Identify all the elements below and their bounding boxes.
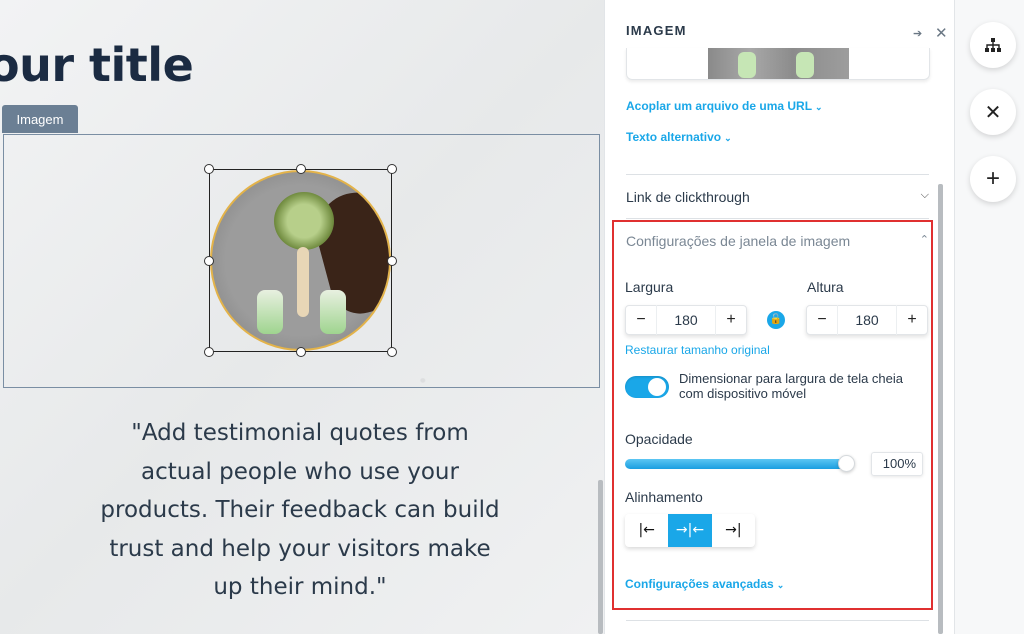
canvas-scrollbar[interactable]	[598, 480, 603, 634]
align-center-button[interactable]: →|←	[668, 514, 712, 547]
panel-scrollbar[interactable]	[938, 184, 943, 634]
divider	[626, 174, 929, 175]
add-button[interactable]: +	[970, 156, 1016, 202]
align-right-button[interactable]: →|	[712, 514, 755, 547]
mobile-fullwidth-label: Dimensionar para largura de tela cheia c…	[679, 371, 904, 401]
divider	[626, 218, 929, 219]
width-input[interactable]: 180	[656, 305, 716, 335]
clickthrough-label: Link de clickthrough	[626, 189, 750, 205]
resize-handle-right[interactable]	[387, 256, 397, 266]
sitemap-button[interactable]	[970, 22, 1016, 68]
height-input[interactable]: 180	[837, 305, 897, 335]
height-increment-button[interactable]: +	[897, 311, 927, 329]
image-selection-box	[209, 169, 392, 352]
divider	[626, 620, 929, 621]
width-decrement-button[interactable]: −	[626, 311, 656, 329]
resize-handle-bottom-left[interactable]	[204, 347, 214, 357]
image-thumbnail-card[interactable]	[626, 48, 930, 80]
opacity-input[interactable]: 100%	[871, 452, 923, 476]
width-stepper[interactable]: − 180 +	[625, 305, 747, 335]
alignment-label: Alinhamento	[625, 489, 703, 505]
resize-handle-left[interactable]	[204, 256, 214, 266]
resize-handle-top-right[interactable]	[387, 164, 397, 174]
close-icon: ✕	[984, 101, 1002, 124]
alt-text-label: Texto alternativo	[626, 130, 722, 144]
right-toolbar: ✕ +	[954, 0, 1024, 634]
height-stepper[interactable]: − 180 +	[806, 305, 928, 335]
page-title[interactable]: our title	[0, 38, 194, 92]
add-icon: +	[985, 165, 1000, 192]
align-left-button[interactable]: |←	[625, 514, 668, 547]
toggle-knob	[648, 378, 666, 396]
resize-handle-bottom[interactable]	[296, 347, 306, 357]
resize-handle-top-left[interactable]	[204, 164, 214, 174]
opacity-slider[interactable]	[625, 459, 847, 469]
height-decrement-button[interactable]: −	[807, 311, 837, 329]
opacity-label: Opacidade	[625, 431, 693, 447]
sitemap-icon	[985, 38, 1001, 52]
resize-handle-bottom-right[interactable]	[387, 347, 397, 357]
width-label: Largura	[625, 279, 674, 295]
advanced-settings-label: Configurações avançadas	[625, 577, 774, 591]
chevron-down-icon: ⌄	[776, 580, 785, 590]
attach-url-label: Acoplar um arquivo de uma URL	[626, 99, 813, 113]
width-increment-button[interactable]: +	[716, 311, 746, 329]
chevron-down-icon: ⌵	[920, 189, 929, 201]
lock-icon[interactable]: 🔓	[767, 311, 785, 329]
editor-canvas[interactable]: our title Imagem "Add testimonial quotes…	[0, 0, 604, 634]
pin-icon[interactable]: ➔	[913, 27, 922, 40]
mobile-fullwidth-toggle[interactable]	[625, 376, 669, 398]
alt-text-link[interactable]: Texto alternativo ⌄	[626, 130, 732, 144]
testimonial-quote[interactable]: "Add testimonial quotes from actual peop…	[95, 414, 505, 607]
image-thumbnail	[708, 48, 849, 79]
panel-close-icon[interactable]: ✕	[935, 24, 948, 42]
advanced-settings-link[interactable]: Configurações avançadas ⌄	[625, 577, 784, 591]
close-button[interactable]: ✕	[970, 89, 1016, 135]
chevron-down-icon: ⌄	[815, 102, 823, 112]
chevron-down-icon: ⌄	[724, 133, 732, 143]
restore-size-link[interactable]: Restaurar tamanho original	[625, 343, 770, 357]
resize-handle-top[interactable]	[296, 164, 306, 174]
panel-title: IMAGEM	[626, 23, 687, 38]
opacity-slider-handle[interactable]	[838, 455, 855, 472]
clickthrough-section[interactable]: Link de clickthrough ⌵	[626, 189, 929, 205]
alignment-group: |← →|← →|	[625, 514, 755, 547]
height-label: Altura	[807, 279, 844, 295]
attach-url-link[interactable]: Acoplar um arquivo de uma URL ⌄	[626, 99, 823, 113]
image-block-tag[interactable]: Imagem	[2, 105, 78, 133]
